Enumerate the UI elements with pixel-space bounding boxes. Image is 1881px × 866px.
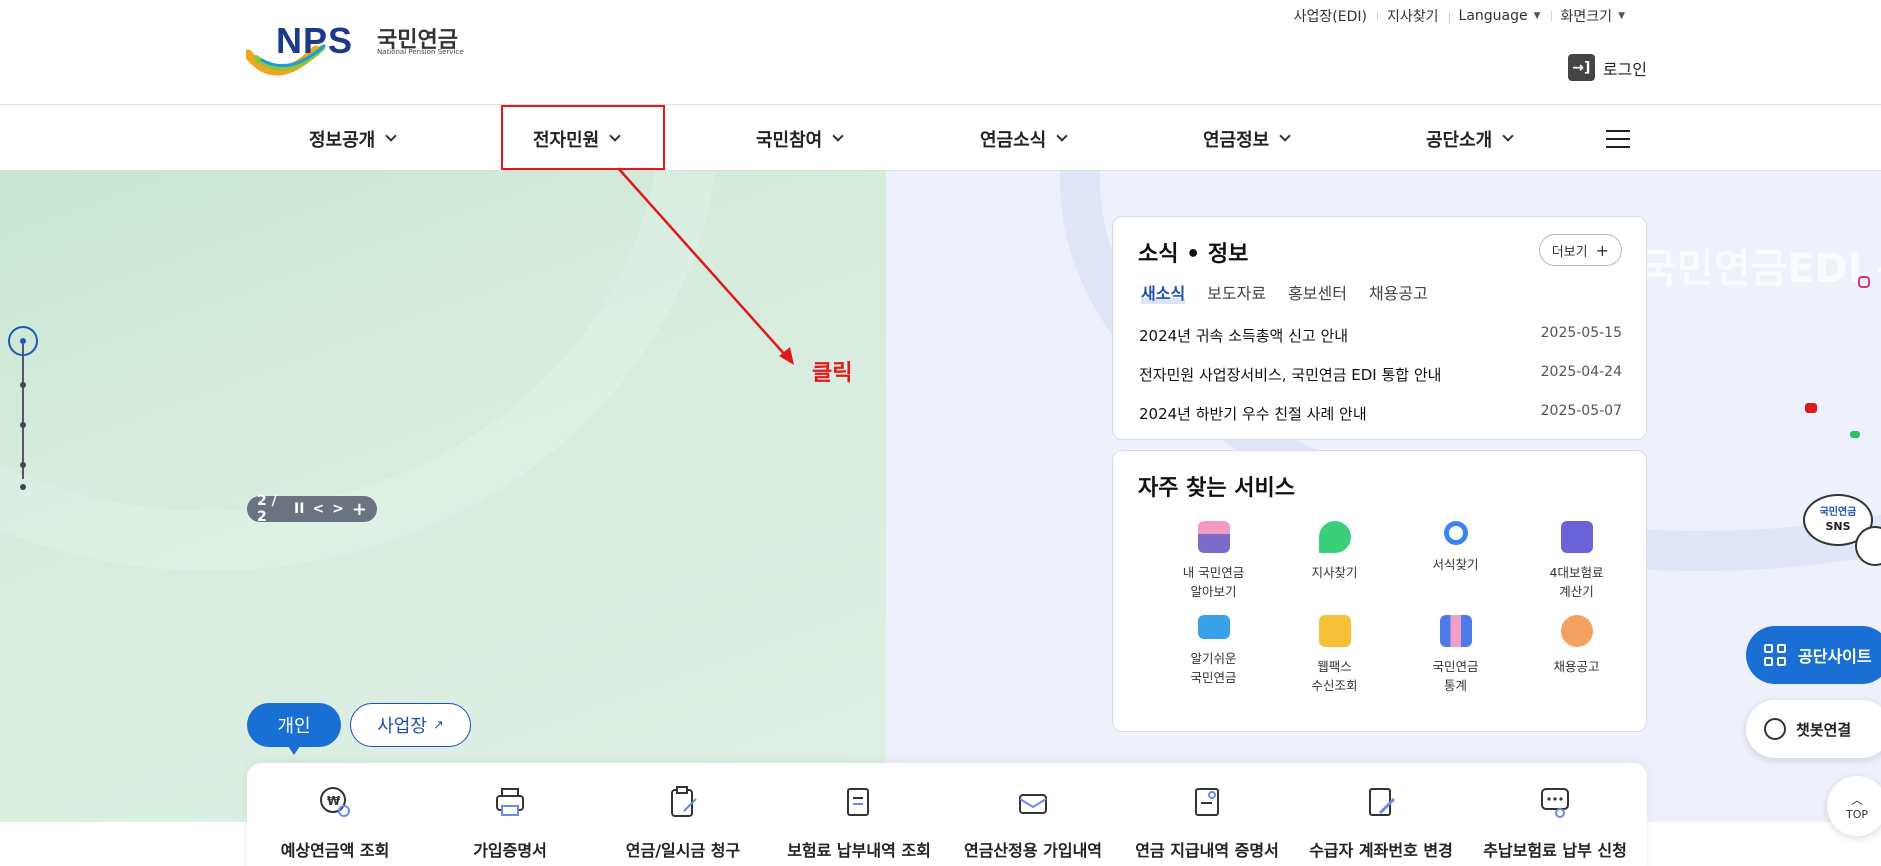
- service-forms[interactable]: 서식찾기: [1395, 521, 1516, 601]
- service-my-pension[interactable]: 내 국민연금 알아보기: [1153, 521, 1274, 601]
- gift-icon: [1197, 521, 1230, 553]
- speech-bubble-icon: [1560, 615, 1593, 647]
- quick-change-account[interactable]: 수급자 계좌번호 변경: [1301, 785, 1461, 861]
- document-icon: [847, 788, 869, 816]
- quick-services-bar: ₩ 예상연금액 조회 가입증명서 연금/일시금 청구 보험료 납부내역 조회 연…: [247, 763, 1647, 866]
- services-title: 자주 찾는 서비스: [1138, 476, 1295, 501]
- chevron-up-icon: ︿: [1850, 793, 1863, 807]
- tab-personal[interactable]: 개인: [247, 703, 341, 755]
- annotation-highlight-box: [501, 105, 665, 170]
- services-grid: 내 국민연금 알아보기 지사찾기 서식찾기 4대보험료 계산기 알기쉬운 국민연금 웹…: [1153, 521, 1639, 695]
- news-card: 소식 • 정보 더보기 + 새소식 보도자료 홍보센터 채용공고 2024년 귀속…: [1112, 216, 1647, 440]
- quick-payment-certificate[interactable]: 연금 지급내역 증명서: [1127, 785, 1287, 861]
- quick-payment-history[interactable]: 보험료 납부내역 조회: [779, 785, 939, 861]
- news-item[interactable]: 2024년 귀속 소득총액 신고 안내 2025-05-15: [1139, 325, 1622, 346]
- service-easy-pension[interactable]: 알기쉬운 국민연금: [1153, 615, 1274, 695]
- chat-bubble-icon: [1764, 718, 1786, 740]
- tab-new-news[interactable]: 새소식: [1141, 280, 1186, 304]
- clipboard-icon: [671, 786, 697, 817]
- service-statistics[interactable]: 국민연금 통계: [1395, 615, 1516, 695]
- corporate-sites-button[interactable]: 공단사이트: [1746, 626, 1881, 684]
- tab-business[interactable]: 사업장 ↗: [350, 703, 471, 747]
- tab-pr-center[interactable]: 홍보센터: [1288, 280, 1347, 304]
- frequent-services-card: 자주 찾는 서비스 내 국민연금 알아보기 지사찾기 서식찾기 4대보험료 계산기 …: [1112, 450, 1647, 732]
- scroll-top-button[interactable]: ︿ TOP: [1827, 776, 1881, 836]
- chat-search-icon: [1541, 788, 1569, 818]
- plus-icon: +: [1595, 240, 1609, 260]
- news-item[interactable]: 전자민원 사업장서비스, 국민연금 EDI 통합 안내 2025-04-24: [1139, 364, 1622, 385]
- news-title: 소식 • 정보: [1138, 242, 1249, 267]
- tab-recruit[interactable]: 채용공고: [1369, 280, 1428, 304]
- service-calculator[interactable]: 4대보험료 계산기: [1516, 521, 1637, 601]
- quick-calc-membership[interactable]: 연금산정용 가입내역: [953, 785, 1113, 861]
- tab-press[interactable]: 보도자료: [1207, 280, 1266, 304]
- quick-certificate[interactable]: 가입증명서: [430, 785, 590, 861]
- news-tabs: 새소식 보도자료 홍보센터 채용공고: [1141, 280, 1428, 304]
- bar-chart-icon: [1439, 615, 1472, 647]
- news-item[interactable]: 2024년 하반기 우수 친절 사례 안내 2025-05-07: [1139, 403, 1622, 424]
- more-button[interactable]: 더보기 +: [1538, 234, 1622, 266]
- printer-icon: [496, 788, 524, 816]
- calculator-icon: [1560, 521, 1593, 553]
- quick-claim[interactable]: 연금/일시금 청구: [603, 785, 763, 861]
- svg-text:₩: ₩: [327, 794, 341, 808]
- service-branch[interactable]: 지사찾기: [1274, 521, 1395, 601]
- external-link-icon: ↗: [432, 717, 444, 733]
- page: NPS 국민연금 National Pension Service 사업장(ED…: [0, 0, 1881, 866]
- service-webfax[interactable]: 웹팩스 수신조회: [1274, 615, 1395, 695]
- edit-document-icon: [1369, 788, 1396, 816]
- quick-expected-pension[interactable]: ₩ 예상연금액 조회: [255, 785, 415, 861]
- fax-icon: [1318, 615, 1351, 647]
- monitor-icon: [1197, 615, 1230, 639]
- magnifier-icon: [1443, 521, 1468, 545]
- grid-icon: [1764, 644, 1786, 666]
- envelope-icon: [1019, 794, 1047, 814]
- quick-additional-payment[interactable]: 추납보험료 납부 신청: [1475, 785, 1635, 861]
- map-pin-icon: [1318, 521, 1351, 553]
- coin-search-icon: ₩: [320, 787, 350, 817]
- service-recruit[interactable]: 채용공고: [1516, 615, 1637, 695]
- chatbot-button[interactable]: 챗봇연결: [1746, 700, 1881, 758]
- receipt-icon: [1195, 788, 1219, 816]
- annotation-click-label: 클릭: [812, 361, 853, 386]
